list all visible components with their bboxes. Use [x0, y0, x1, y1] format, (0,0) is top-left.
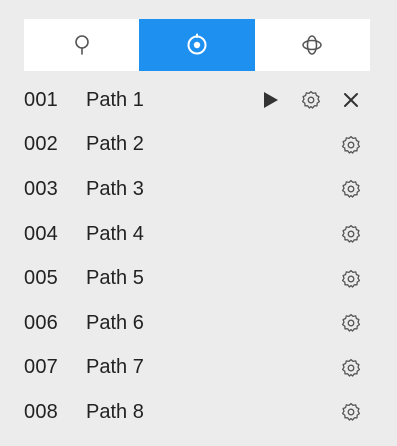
path-number: 008	[24, 400, 58, 423]
gear-icon[interactable]	[300, 89, 322, 111]
path-number: 007	[24, 356, 58, 379]
tab-bar	[24, 19, 370, 71]
gear-icon[interactable]	[340, 134, 362, 156]
gear-icon[interactable]	[340, 357, 362, 379]
path-actions	[322, 167, 362, 212]
gear-icon[interactable]	[340, 178, 362, 200]
path-actions	[322, 123, 362, 168]
gear-icon[interactable]	[340, 268, 362, 290]
path-actions	[322, 212, 362, 257]
path-actions	[322, 346, 362, 391]
path-row[interactable]: 007 Path 7	[24, 346, 370, 391]
target-circle-icon	[185, 33, 209, 57]
path-label: Path 8	[86, 400, 144, 423]
tab-preset[interactable]	[24, 19, 139, 71]
path-label: Path 2	[86, 133, 144, 156]
gear-icon[interactable]	[340, 223, 362, 245]
close-icon[interactable]	[340, 89, 362, 111]
path-label: Path 1	[86, 88, 144, 111]
path-row[interactable]: 003 Path 3	[24, 167, 370, 212]
path-row[interactable]: 005 Path 5	[24, 256, 370, 301]
path-label: Path 6	[86, 311, 144, 334]
orbit-icon	[299, 32, 325, 58]
path-number: 001	[24, 88, 58, 111]
tab-patrol[interactable]	[139, 19, 255, 71]
tab-pattern[interactable]	[255, 19, 370, 71]
path-number: 006	[24, 311, 58, 334]
path-label: Path 7	[86, 356, 144, 379]
path-actions	[242, 78, 362, 123]
path-number: 002	[24, 133, 58, 156]
path-label: Path 3	[86, 177, 144, 200]
gear-icon[interactable]	[340, 401, 362, 423]
path-row[interactable]: 004 Path 4	[24, 212, 370, 257]
path-list: 001 Path 1 002 Path 2 003 Path 3 004 Path 4 005 P…	[24, 78, 370, 435]
path-row[interactable]: 006 Path 6	[24, 301, 370, 346]
path-row[interactable]: 008 Path 8	[24, 390, 370, 435]
play-icon[interactable]	[260, 89, 282, 111]
path-label: Path 4	[86, 222, 144, 245]
path-actions	[322, 390, 362, 435]
path-actions	[322, 301, 362, 346]
location-pin-icon	[71, 33, 93, 57]
path-label: Path 5	[86, 267, 144, 290]
path-row[interactable]: 002 Path 2	[24, 123, 370, 168]
gear-icon[interactable]	[340, 312, 362, 334]
path-number: 003	[24, 177, 58, 200]
path-number: 005	[24, 267, 58, 290]
path-actions	[322, 256, 362, 301]
path-number: 004	[24, 222, 58, 245]
path-row[interactable]: 001 Path 1	[24, 78, 370, 123]
